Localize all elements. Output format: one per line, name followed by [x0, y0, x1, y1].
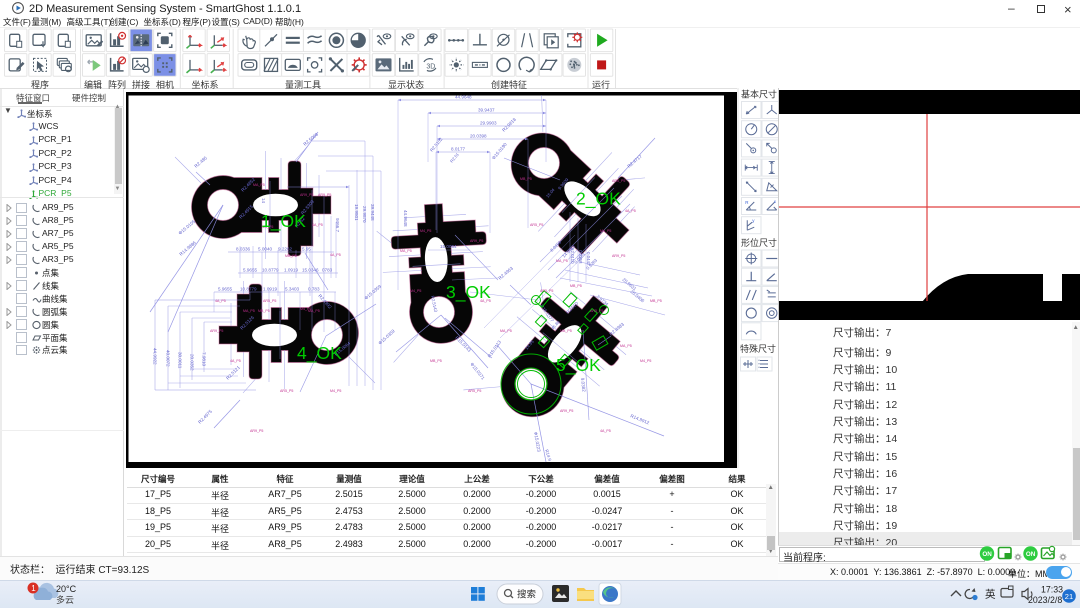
svg-text:1_OK: 1_OK — [261, 211, 306, 232]
svg-text:MA_P5: MA_P5 — [500, 329, 512, 333]
svg-text:AR9_P5: AR9_P5 — [612, 254, 625, 258]
svg-text:AR9_P5: AR9_P5 — [470, 239, 483, 243]
svg-text:10.8779: 10.8779 — [262, 268, 279, 273]
svg-text:MA_P5: MA_P5 — [556, 259, 568, 263]
svg-text:44.9648: 44.9648 — [455, 95, 472, 100]
svg-text:39.9448: 39.9448 — [370, 204, 375, 221]
svg-text:19.9801: 19.9801 — [354, 204, 359, 221]
svg-text:MB_P5: MB_P5 — [560, 329, 572, 333]
svg-text:搜索: 搜索 — [517, 589, 536, 601]
svg-text:M4_P5: M4_P5 — [330, 389, 341, 393]
svg-text:M4_P5: M4_P5 — [410, 289, 421, 293]
svg-text:2023/2/8: 2023/2/8 — [1028, 595, 1062, 605]
svg-text:MB_P5: MB_P5 — [430, 359, 442, 363]
svg-text:5.9655: 5.9655 — [243, 268, 257, 273]
svg-text:ON: ON — [1026, 551, 1036, 558]
svg-text:AR9_P5: AR9_P5 — [318, 193, 331, 197]
svg-text:20.0352: 20.0352 — [190, 354, 195, 371]
svg-text:21: 21 — [1065, 592, 1073, 601]
svg-text:5.9655: 5.9655 — [218, 287, 232, 292]
svg-text:20°C: 20°C — [56, 584, 77, 594]
svg-text:特殊尺寸: 特殊尺寸 — [740, 343, 776, 354]
svg-text:14: 14 — [261, 198, 266, 204]
svg-text:MA_P5: MA_P5 — [243, 309, 255, 313]
svg-text:AR5_P5: AR5_P5 — [530, 223, 543, 227]
svg-text:15.0064: 15.0064 — [440, 244, 457, 249]
svg-text:29.9870: 29.9870 — [362, 206, 367, 223]
svg-text:1.0919: 1.0919 — [263, 287, 277, 292]
svg-text:MB_P5: MB_P5 — [570, 284, 582, 288]
svg-text:4A_P5: 4A_P5 — [312, 223, 323, 227]
svg-text:4A_P5: 4A_P5 — [215, 299, 226, 303]
svg-text:AR5_P5: AR5_P5 — [263, 299, 276, 303]
svg-text:AR9_P5: AR9_P5 — [560, 409, 573, 413]
svg-text:52.0110: 52.0110 — [570, 248, 575, 264]
svg-text:形位尺寸: 形位尺寸 — [741, 237, 777, 248]
svg-text:AR9_P5: AR9_P5 — [210, 329, 223, 333]
svg-text:4_OK: 4_OK — [297, 343, 342, 364]
svg-text:MB_P5: MB_P5 — [520, 177, 532, 181]
svg-text:ON: ON — [982, 551, 992, 558]
svg-text:AR9_P5: AR9_P5 — [250, 429, 263, 433]
svg-text:5.0040: 5.0040 — [258, 247, 272, 252]
svg-text:5.3403: 5.3403 — [285, 287, 299, 292]
svg-text:MA_P5: MA_P5 — [400, 249, 412, 253]
svg-text:4A_P5: 4A_P5 — [625, 209, 636, 213]
svg-text:英: 英 — [985, 588, 996, 601]
svg-text:MA_P5: MA_P5 — [308, 309, 320, 313]
svg-text:8.0177: 8.0177 — [451, 147, 465, 152]
svg-text:3_OK: 3_OK — [446, 282, 491, 303]
svg-text:20.0398: 20.0398 — [470, 134, 487, 139]
svg-text:0.783: 0.783 — [308, 287, 320, 292]
svg-text:多云: 多云 — [56, 594, 74, 605]
svg-text:AR9_P5: AR9_P5 — [300, 193, 313, 197]
svg-text:1.0919: 1.0919 — [284, 268, 298, 273]
svg-text:AR5_P5: AR5_P5 — [280, 389, 293, 393]
svg-text:MA_P5: MA_P5 — [253, 183, 265, 187]
svg-text:4A_P5: 4A_P5 — [330, 253, 341, 257]
svg-text:基本尺寸: 基本尺寸 — [741, 89, 777, 100]
svg-text:MB_P5: MB_P5 — [650, 299, 662, 303]
svg-text:29.9903: 29.9903 — [480, 121, 497, 126]
svg-text:9.2262: 9.2262 — [278, 247, 292, 252]
svg-text:44.9922: 44.9922 — [153, 348, 158, 365]
svg-text:M4_P5: M4_P5 — [600, 229, 611, 233]
svg-text:3D: 3D — [426, 63, 435, 70]
svg-text:MB_P5: MB_P5 — [285, 254, 297, 258]
svg-text:17:33: 17:33 — [1041, 585, 1063, 595]
svg-text:M4_P5: M4_P5 — [420, 229, 431, 233]
svg-text:AR5_P5: AR5_P5 — [590, 309, 603, 313]
svg-text:AR5_P5: AR5_P5 — [540, 289, 553, 293]
svg-text:AR5_P5: AR5_P5 — [612, 179, 625, 183]
svg-text:AR5_P5: AR5_P5 — [468, 389, 481, 393]
svg-text:5_OK: 5_OK — [556, 355, 601, 376]
svg-text:MA_P5: MA_P5 — [620, 344, 632, 348]
svg-text:MB_P5: MB_P5 — [258, 309, 270, 313]
svg-text:30.0011: 30.0011 — [178, 352, 183, 369]
svg-text:8.0336: 8.0336 — [236, 247, 250, 252]
svg-text:2_OK: 2_OK — [576, 189, 621, 210]
svg-text:40.0072: 40.0072 — [166, 350, 171, 367]
svg-text:10.8779: 10.8779 — [240, 287, 257, 292]
svg-text:4A_P5: 4A_P5 — [230, 359, 241, 363]
svg-text:1: 1 — [31, 584, 36, 593]
svg-text:7.9810: 7.9810 — [202, 352, 207, 366]
svg-text:4A_P5: 4A_P5 — [600, 429, 611, 433]
svg-text:39.9437: 39.9437 — [478, 108, 495, 113]
svg-text:44.9648: 44.9648 — [403, 210, 408, 227]
svg-text:M4_P5: M4_P5 — [640, 359, 651, 363]
